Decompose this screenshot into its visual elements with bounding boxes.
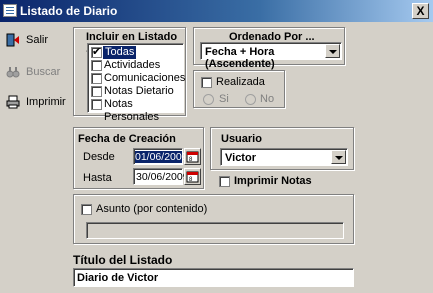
to-date-value: 30/06/2009	[136, 171, 189, 183]
title-bar: Listado de Diario X	[0, 0, 433, 22]
calendar-icon: 8	[186, 171, 199, 183]
date-group: Fecha de Creación Desde 01/06/2009 8 Has…	[73, 127, 204, 189]
from-date-value: 01/06/2009	[135, 151, 188, 163]
subject-group: Asunto (por contenido)	[73, 194, 354, 244]
calendar-icon: 8	[186, 151, 199, 163]
checkbox-actividades[interactable]	[91, 60, 102, 71]
exit-button[interactable]: Salir	[4, 31, 64, 51]
to-label: Hasta	[83, 172, 112, 184]
radio-si-label: Si	[219, 93, 229, 105]
radio-si[interactable]	[203, 94, 214, 105]
user-select[interactable]: Victor	[220, 148, 348, 166]
from-date-input[interactable]: 01/06/2009	[133, 148, 188, 165]
list-item[interactable]: Notas Dietario	[90, 85, 181, 98]
close-button[interactable]: X	[412, 3, 429, 19]
from-label: Desde	[83, 151, 115, 163]
user-label: Usuario	[221, 133, 262, 145]
chevron-down-icon[interactable]	[325, 44, 340, 58]
order-group: Ordenado Por ... Fecha + Hora (Ascendent…	[193, 27, 345, 70]
realizada-checkbox[interactable]	[201, 77, 212, 88]
subject-input[interactable]	[86, 222, 344, 239]
listing-title-value: Diario de Victor	[77, 272, 159, 284]
search-label: Buscar	[26, 66, 61, 78]
to-calendar-button[interactable]: 8	[184, 168, 201, 185]
checkbox-notas-dietario[interactable]	[91, 86, 102, 97]
binoculars-icon	[6, 67, 20, 78]
window-icon	[3, 4, 17, 17]
include-listbox[interactable]: Todas Actividades Comunicaciones Notas D…	[87, 43, 185, 123]
exit-label: Salir	[26, 34, 49, 46]
include-group: Incluir en Listado ... Todas Actividades…	[73, 27, 186, 123]
listing-title-input[interactable]: Diario de Victor	[73, 268, 354, 287]
list-item-label: Todas	[103, 46, 137, 59]
window-title: Listado de Diario	[20, 4, 118, 18]
printer-icon	[6, 95, 20, 109]
exit-icon	[6, 33, 19, 47]
list-item-label: Actividades	[104, 59, 161, 71]
user-value: Victor	[225, 152, 256, 164]
subject-checkbox[interactable]	[81, 204, 92, 215]
from-calendar-button[interactable]: 8	[184, 148, 201, 165]
search-button[interactable]: Buscar	[4, 63, 64, 83]
date-group-label: Fecha de Creación	[78, 133, 176, 145]
subject-label: Asunto (por contenido)	[96, 203, 208, 215]
list-item[interactable]: Actividades	[90, 59, 181, 72]
radio-no[interactable]	[245, 94, 256, 105]
list-item[interactable]: Todas	[90, 45, 181, 59]
list-item-label: Notas Personales	[104, 98, 160, 123]
print-button[interactable]: Imprimir	[4, 93, 66, 113]
list-item-label: Comunicaciones	[104, 72, 186, 84]
checkbox-comunicaciones[interactable]	[91, 73, 102, 84]
print-notes-label: Imprimir Notas	[234, 175, 312, 187]
list-item[interactable]: Notas Personales	[90, 98, 181, 123]
listing-title-label: Título del Listado	[73, 253, 173, 267]
order-select[interactable]: Fecha + Hora (Ascendente)	[200, 42, 342, 70]
chevron-down-icon[interactable]	[331, 150, 346, 164]
checkbox-todas[interactable]	[91, 45, 102, 58]
print-label: Imprimir	[26, 96, 66, 108]
to-date-input[interactable]: 30/06/2009	[133, 168, 189, 185]
print-notes-checkbox[interactable]	[219, 176, 230, 187]
realizada-group: Realizada Si No	[193, 70, 285, 108]
checkbox-notas-personales[interactable]	[91, 99, 102, 110]
list-item[interactable]: Comunicaciones	[90, 72, 185, 85]
radio-no-label: No	[260, 93, 275, 105]
user-group: Usuario Victor	[210, 127, 354, 170]
list-item-label: Notas Dietario	[104, 85, 174, 97]
order-value: Fecha + Hora (Ascendente)	[205, 46, 275, 70]
realizada-label: Realizada	[216, 76, 265, 88]
